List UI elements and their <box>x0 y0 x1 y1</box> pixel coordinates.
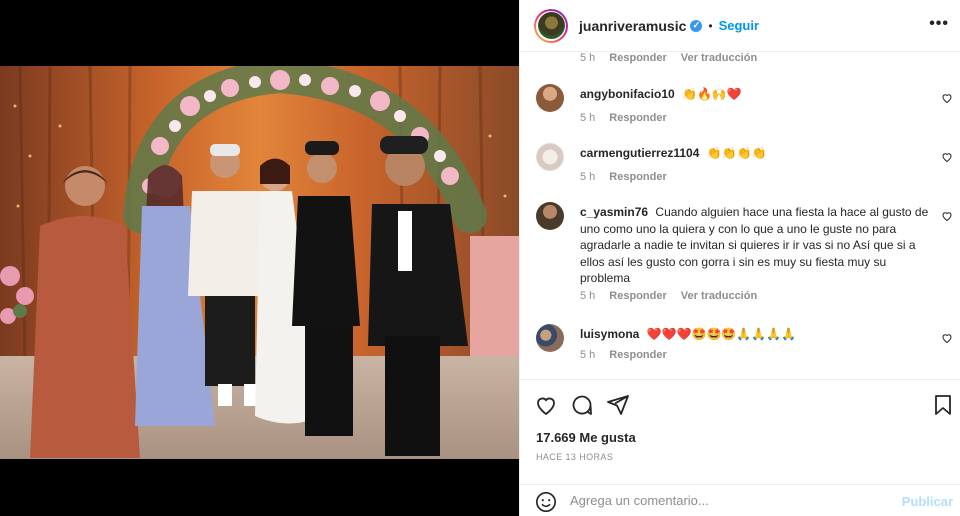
comment-time: 5 h <box>580 52 596 64</box>
reply-button[interactable]: Responder <box>609 349 666 361</box>
commenter-username[interactable]: angybonifacio10 <box>580 87 675 101</box>
translate-button[interactable]: Ver traducción <box>681 290 757 302</box>
post-header: juanriveramusic ✓ • Seguir ••• <box>520 0 960 52</box>
separator-dot: • <box>708 18 713 33</box>
commenter-avatar[interactable] <box>536 324 564 352</box>
verified-badge-icon: ✓ <box>690 19 703 32</box>
post-actions: 17.669 Me gusta HACE 13 HORAS <box>520 379 960 489</box>
comment-like-icon[interactable] <box>941 332 953 344</box>
commenter-avatar[interactable] <box>536 202 564 230</box>
commenter-avatar[interactable] <box>536 143 564 171</box>
commenter-avatar[interactable] <box>536 84 564 112</box>
comment-meta: 5 h Responder <box>580 171 681 183</box>
comment-text: ❤️❤️❤️🤩🤩🤩🙏🙏🙏🙏 <box>646 327 797 341</box>
comment-input[interactable] <box>570 493 890 508</box>
comment-icon[interactable] <box>570 393 594 417</box>
comment-composer: Publicar <box>520 484 960 516</box>
emoji-icon[interactable] <box>535 491 557 513</box>
commenter-username[interactable]: carmengutierrez1104 <box>580 146 699 160</box>
previous-comment-meta: 5 h Responder Ver traducción <box>580 52 771 64</box>
post-photo[interactable] <box>0 66 519 459</box>
comment-time: 5 h <box>580 290 596 302</box>
comment-time: 5 h <box>580 349 596 361</box>
comment-like-icon[interactable] <box>941 210 953 222</box>
reply-button[interactable]: Responder <box>609 171 666 183</box>
comment-text: 👏🔥🙌❤️ <box>682 87 742 101</box>
commenter-username[interactable]: c_yasmin76 <box>580 205 648 219</box>
heart-icon[interactable] <box>534 393 558 417</box>
translate-button[interactable]: Ver traducción <box>681 52 757 64</box>
comment-meta: 5 h Responder <box>580 349 681 361</box>
likes-count[interactable]: 17.669 Me gusta <box>536 430 636 445</box>
comment-text: 👏👏👏👏 <box>706 146 767 160</box>
wedding-group-photo <box>0 66 519 459</box>
comment-meta: 5 h Responder Ver traducción <box>580 290 771 302</box>
reply-button[interactable]: Responder <box>609 52 666 64</box>
comment-like-icon[interactable] <box>941 92 953 104</box>
comment-meta: 5 h Responder <box>580 112 681 124</box>
more-options-icon[interactable]: ••• <box>929 15 949 33</box>
reply-button[interactable]: Responder <box>609 112 666 124</box>
publish-button[interactable]: Publicar <box>902 494 953 509</box>
comment-like-icon[interactable] <box>941 151 953 163</box>
comment-time: 5 h <box>580 171 596 183</box>
post-media <box>0 0 519 516</box>
author-avatar[interactable] <box>534 8 568 43</box>
post-timestamp: HACE 13 HORAS <box>536 452 614 462</box>
post-panel: juanriveramusic ✓ • Seguir ••• 5 h Respo… <box>519 0 960 516</box>
comment-time: 5 h <box>580 112 596 124</box>
share-icon[interactable] <box>606 393 630 417</box>
author-username[interactable]: juanriveramusic <box>579 18 686 34</box>
follow-button[interactable]: Seguir <box>719 18 759 33</box>
comments-list[interactable]: 5 h Responder Ver traducción angybonifac… <box>520 52 960 379</box>
bookmark-icon[interactable] <box>931 393 955 417</box>
reply-button[interactable]: Responder <box>609 290 666 302</box>
commenter-username[interactable]: luisymona <box>580 327 639 341</box>
